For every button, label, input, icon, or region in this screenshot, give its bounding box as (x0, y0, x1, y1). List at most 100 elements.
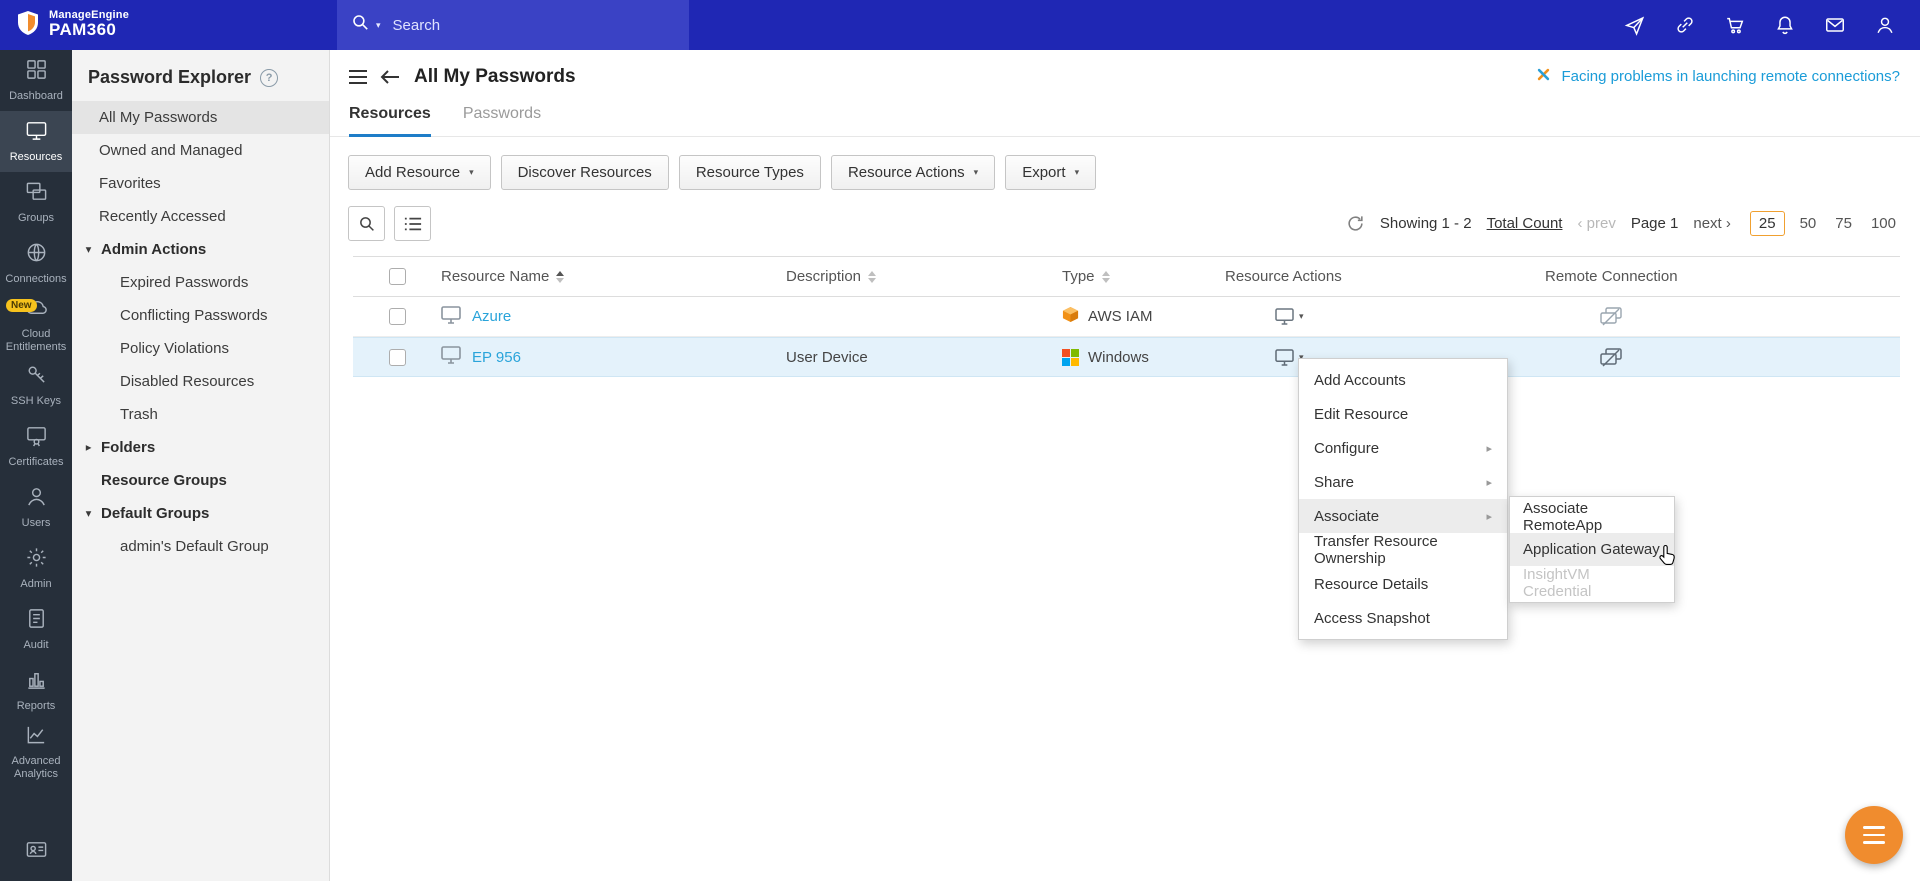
explorer-item-all-my-passwords[interactable]: All My Passwords (72, 101, 329, 134)
sidenav-item-groups[interactable]: Groups (0, 172, 72, 233)
refresh-icon[interactable] (1346, 214, 1365, 233)
remote-connection-help-link[interactable]: Facing problems in launching remote conn… (1534, 65, 1900, 88)
dashboard-icon (25, 58, 48, 86)
sidenav-item-ssh-keys[interactable]: SSH Keys (0, 355, 72, 416)
page-size-75[interactable]: 75 (1831, 212, 1856, 235)
tab-passwords[interactable]: Passwords (463, 105, 541, 136)
sidenav-item-cloud-entitlements[interactable]: New Cloud Entitlements (0, 294, 72, 355)
prev-page-button[interactable]: ‹ prev (1577, 215, 1615, 232)
sidenav-item-advanced-analytics[interactable]: Advanced Analytics (0, 721, 72, 782)
explorer-section-admin-actions[interactable]: ▾ Admin Actions (72, 233, 329, 266)
search-scope-caret-icon[interactable]: ▾ (376, 20, 381, 31)
associate-submenu: Associate RemoteApp Application Gateway … (1509, 496, 1675, 603)
collapse-panel-icon[interactable] (348, 69, 368, 85)
mail-icon[interactable] (1823, 14, 1846, 37)
next-page-button[interactable]: next › (1693, 215, 1731, 232)
explorer-item-conflicting-passwords[interactable]: Conflicting Passwords (72, 299, 329, 332)
sidenav-item-certificates[interactable]: Certificates (0, 416, 72, 477)
explorer-section-resource-groups[interactable]: Resource Groups (72, 464, 329, 497)
page-size-100[interactable]: 100 (1867, 212, 1900, 235)
sidenav-item-connections[interactable]: Connections (0, 233, 72, 294)
table-search-button[interactable] (348, 206, 385, 241)
expanded-caret-icon: ▾ (86, 508, 91, 519)
chevron-down-icon: ▾ (469, 167, 474, 178)
back-arrow-icon[interactable] (380, 69, 400, 85)
submenu-item-application-gateway[interactable]: Application Gateway (1510, 533, 1674, 566)
sidenav-item-users[interactable]: Users (0, 477, 72, 538)
explorer-item-favorites[interactable]: Favorites (72, 167, 329, 200)
remote-connection-icon[interactable] (1545, 307, 1900, 326)
sidenav-item-profile-card[interactable] (0, 823, 72, 881)
explorer-item-disabled-resources[interactable]: Disabled Resources (72, 365, 329, 398)
resource-actions-button[interactable]: Resource Actions ▾ (831, 155, 995, 190)
sidenav-item-audit[interactable]: Audit (0, 599, 72, 660)
manageengine-pam360-logo[interactable]: ManageEngine PAM360 (0, 10, 129, 41)
page-size-25[interactable]: 25 (1750, 211, 1785, 236)
total-count-link[interactable]: Total Count (1487, 215, 1563, 232)
resource-types-button[interactable]: Resource Types (679, 155, 821, 190)
list-controls-bar: Showing 1 - 2 Total Count ‹ prev Page 1 … (330, 190, 1920, 241)
explorer-section-default-groups[interactable]: ▾ Default Groups (72, 497, 329, 530)
explorer-item-policy-violations[interactable]: Policy Violations (72, 332, 329, 365)
column-header-resource-name[interactable]: Resource Name (441, 268, 786, 285)
add-resource-button[interactable]: Add Resource ▾ (348, 155, 491, 190)
launch-icon[interactable] (1623, 14, 1646, 37)
chevron-down-icon: ▾ (1075, 167, 1080, 178)
export-button[interactable]: Export ▾ (1005, 155, 1096, 190)
menu-item-add-accounts[interactable]: Add Accounts (1299, 363, 1507, 397)
sidenav-item-dashboard[interactable]: Dashboard (0, 50, 72, 111)
menu-item-access-snapshot[interactable]: Access Snapshot (1299, 601, 1507, 635)
discover-resources-button[interactable]: Discover Resources (501, 155, 669, 190)
explorer-item-expired-passwords[interactable]: Expired Passwords (72, 266, 329, 299)
sort-icons[interactable] (556, 271, 564, 283)
explorer-section-folders[interactable]: ▸ Folders (72, 431, 329, 464)
account-icon[interactable] (1873, 14, 1896, 37)
table-row[interactable]: Azure AWS IAM ▾ (353, 297, 1900, 337)
menu-item-share[interactable]: Share ▸ (1299, 465, 1507, 499)
list-view-button[interactable] (394, 206, 431, 241)
remote-connection-icon[interactable] (1545, 348, 1900, 367)
table-header-row: Resource Name Description Type Resource … (353, 256, 1900, 297)
sort-icons[interactable] (1102, 271, 1110, 283)
notifications-bell-icon[interactable] (1773, 14, 1796, 37)
resource-monitor-icon (441, 346, 461, 368)
brand-line2: PAM360 (49, 20, 116, 39)
sort-icons[interactable] (868, 271, 876, 283)
explorer-item-trash[interactable]: Trash (72, 398, 329, 431)
menu-item-resource-details[interactable]: Resource Details (1299, 567, 1507, 601)
row-resource-actions-button[interactable]: ▾ (1225, 308, 1545, 325)
sidenav-item-admin[interactable]: Admin (0, 538, 72, 599)
sidenav-item-reports[interactable]: Reports (0, 660, 72, 721)
submenu-item-associate-remoteapp[interactable]: Associate RemoteApp (1510, 500, 1674, 533)
resource-description: User Device (786, 349, 1062, 366)
row-checkbox[interactable] (389, 308, 406, 325)
resource-name-link[interactable]: Azure (472, 308, 511, 325)
menu-item-transfer-resource-ownership[interactable]: Transfer Resource Ownership (1299, 533, 1507, 567)
table-row[interactable]: EP 956 User Device Windows ▾ (353, 337, 1900, 377)
shield-logo-icon (16, 10, 40, 41)
menu-item-edit-resource[interactable]: Edit Resource (1299, 397, 1507, 431)
store-cart-icon[interactable] (1723, 14, 1746, 37)
quick-connect-icon[interactable] (1673, 14, 1696, 37)
select-all-checkbox[interactable] (389, 268, 406, 285)
row-checkbox[interactable] (389, 349, 406, 366)
sidenav-item-resources[interactable]: Resources (0, 111, 72, 172)
resource-monitor-icon (441, 306, 461, 328)
connections-globe-icon (25, 241, 48, 269)
column-header-type[interactable]: Type (1062, 268, 1225, 285)
menu-item-associate[interactable]: Associate ▸ (1299, 499, 1507, 533)
explorer-item-owned-and-managed[interactable]: Owned and Managed (72, 134, 329, 167)
analytics-line-chart-icon (25, 723, 48, 751)
page-size-50[interactable]: 50 (1796, 212, 1821, 235)
column-header-description[interactable]: Description (786, 268, 1062, 285)
tab-resources[interactable]: Resources (349, 105, 431, 137)
explorer-item-recently-accessed[interactable]: Recently Accessed (72, 200, 329, 233)
topbar: ManageEngine PAM360 ▾ (0, 0, 1920, 50)
explorer-item-admins-default-group[interactable]: admin's Default Group (72, 530, 329, 563)
global-search-bar[interactable]: ▾ (337, 0, 689, 50)
help-icon[interactable]: ? (260, 69, 278, 87)
floating-menu-button[interactable] (1845, 806, 1903, 864)
resource-name-link[interactable]: EP 956 (472, 349, 521, 366)
menu-item-configure[interactable]: Configure ▸ (1299, 431, 1507, 465)
search-input[interactable] (393, 17, 633, 34)
